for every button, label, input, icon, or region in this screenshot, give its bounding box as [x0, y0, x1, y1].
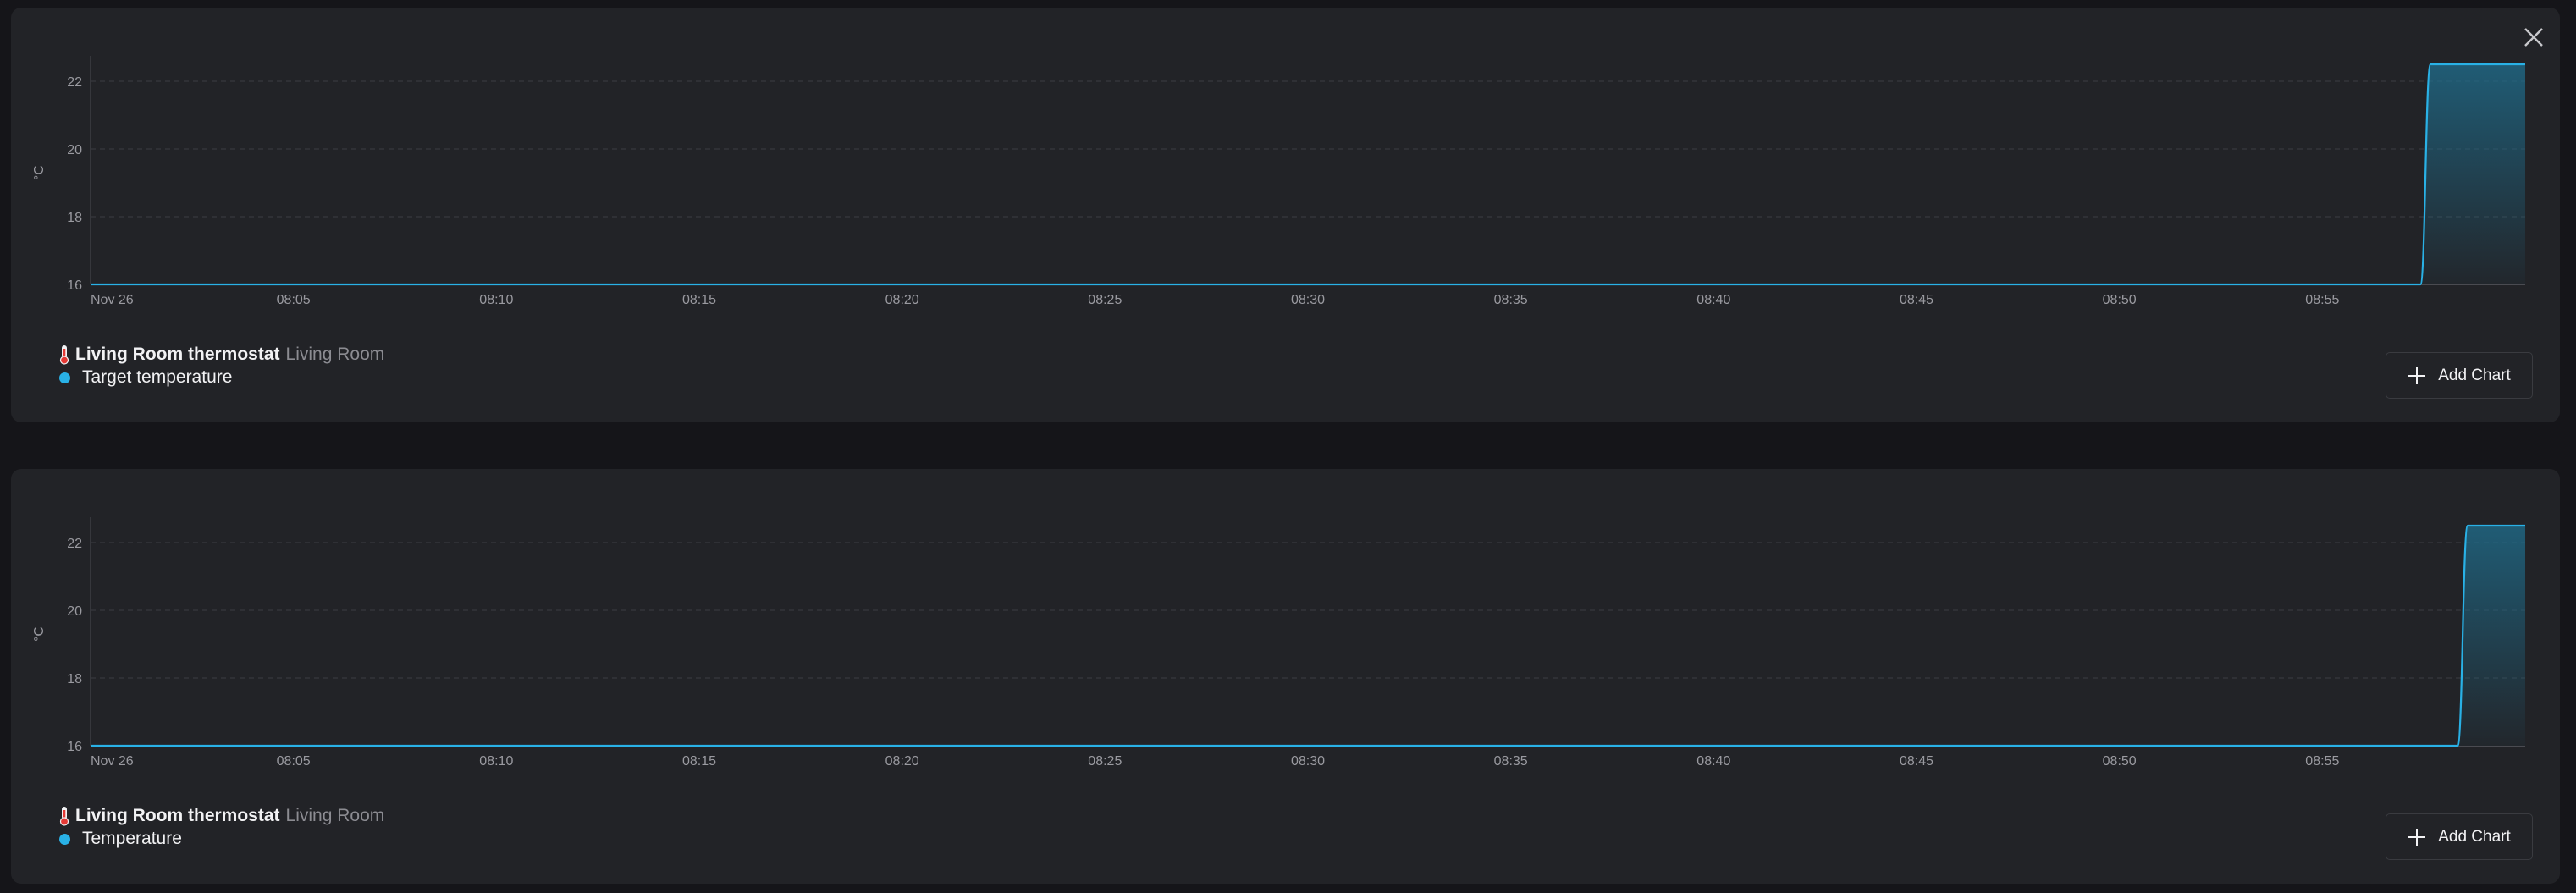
x-tick-label: 08:10	[479, 293, 513, 307]
y-tick-label: 20	[67, 143, 82, 157]
x-tick-label: 08:15	[682, 754, 716, 769]
y-tick-label: 18	[67, 672, 82, 686]
series-area	[91, 526, 2525, 746]
x-tick-label: 08:20	[885, 293, 919, 307]
x-tick-label: 08:20	[885, 754, 919, 769]
series-color-dot	[59, 372, 70, 383]
add-chart-label: Add Chart	[2438, 366, 2511, 384]
add-chart-button[interactable]: Add Chart	[2386, 352, 2533, 399]
device-name: Living Room thermostat	[75, 806, 280, 825]
x-tick-label: 08:15	[682, 293, 716, 307]
x-tick-label: 08:45	[1900, 293, 1933, 307]
add-chart-button[interactable]: Add Chart	[2386, 813, 2533, 860]
series-area	[91, 64, 2525, 284]
history-chart-card: 16 18 20 22 °C Nov 26 08:05 08:10 08:15 08:20 08:2…	[11, 469, 2560, 884]
x-tick-label: Nov 26	[91, 293, 134, 307]
series-line	[91, 524, 2525, 747]
chart-legend: Living Room thermostat Living Room Tempe…	[58, 805, 384, 851]
y-axis-label: °C	[32, 165, 47, 180]
y-tick-label: 22	[67, 537, 82, 551]
device-name: Living Room thermostat	[75, 345, 280, 364]
device-room: Living Room	[285, 345, 385, 364]
x-tick-label: 08:50	[2103, 754, 2137, 769]
x-tick-label: Nov 26	[91, 754, 134, 769]
x-tick-label: 08:05	[277, 293, 311, 307]
x-tick-label: 08:40	[1696, 293, 1730, 307]
legend-series[interactable]: Temperature	[58, 827, 384, 851]
plus-icon	[2408, 367, 2426, 384]
x-tick-label: 08:35	[1494, 754, 1528, 769]
x-tick-label: 08:25	[1088, 754, 1122, 769]
chart-plot: 16 18 20 22 °C Nov 26 08:05 08:10 08:15 08:20 08:2…	[32, 56, 2525, 307]
series-line	[91, 63, 2525, 286]
legend-series[interactable]: Target temperature	[58, 366, 384, 389]
x-tick-label: 08:05	[277, 754, 311, 769]
series-label: Target temperature	[82, 367, 233, 387]
x-tick-label: 08:35	[1494, 293, 1528, 307]
device-row: Living Room thermostat Living Room	[58, 344, 384, 366]
y-tick-label: 20	[67, 604, 82, 619]
history-chart-card: 16 18 20 22 °C Nov 26 08:05 08:10 08:15 08:20 08:2…	[11, 8, 2560, 422]
y-tick-label: 16	[67, 740, 82, 754]
x-tick-label: 08:25	[1088, 293, 1122, 307]
x-tick-label: 08:50	[2103, 293, 2137, 307]
chart-plot: 16 18 20 22 °C Nov 26 08:05 08:10 08:15 08:20 08:2…	[32, 517, 2525, 769]
x-tick-label: 08:10	[479, 754, 513, 769]
chart-legend: Living Room thermostat Living Room Targe…	[58, 344, 384, 389]
x-tick-label: 08:40	[1696, 754, 1730, 769]
thermometer-icon	[59, 345, 69, 365]
x-tick-label: 08:30	[1291, 754, 1325, 769]
thermometer-icon	[59, 807, 69, 826]
x-tick-label: 08:55	[2305, 754, 2339, 769]
device-room: Living Room	[285, 806, 385, 825]
y-tick-label: 22	[67, 75, 82, 90]
x-tick-label: 08:45	[1900, 754, 1933, 769]
x-tick-label: 08:30	[1291, 293, 1325, 307]
plus-icon	[2408, 828, 2426, 846]
series-label: Temperature	[82, 829, 182, 848]
device-row: Living Room thermostat Living Room	[58, 805, 384, 827]
y-tick-label: 16	[67, 278, 82, 293]
add-chart-label: Add Chart	[2438, 827, 2511, 846]
y-axis-label: °C	[32, 626, 47, 642]
series-color-dot	[59, 833, 70, 845]
y-tick-label: 18	[67, 211, 82, 225]
x-tick-label: 08:55	[2305, 293, 2339, 307]
